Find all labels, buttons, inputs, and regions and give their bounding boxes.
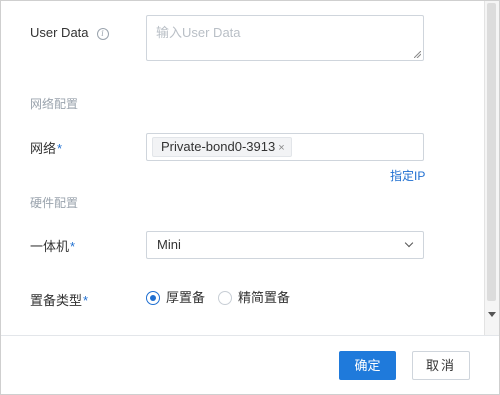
appliance-select[interactable]: Mini	[146, 231, 424, 259]
required-mark: *	[83, 293, 89, 308]
resize-grip-icon[interactable]	[414, 51, 421, 58]
radio-checked-icon	[146, 291, 160, 305]
chevron-down-icon	[404, 238, 414, 248]
network-section-title: 网络配置	[30, 97, 79, 111]
network-label: 网络	[30, 141, 57, 156]
network-tag: Private-bond0-3913 ×	[152, 137, 292, 157]
provision-type-label-row: 置备类型*	[30, 290, 88, 309]
appliance-label: 一体机	[30, 239, 70, 254]
appliance-label-row: 一体机*	[30, 236, 75, 255]
provision-type-label: 置备类型	[30, 293, 83, 308]
form-scroll-area: User Datai 网络配置 网络* Private-bond0-3913× …	[1, 1, 485, 335]
required-mark: *	[70, 239, 76, 254]
user-data-input[interactable]	[146, 15, 424, 61]
radio-unchecked-icon	[218, 291, 232, 305]
scrollbar-thumb[interactable]	[487, 3, 496, 301]
vertical-scrollbar[interactable]	[484, 1, 499, 335]
assign-ip-link[interactable]: 指定IP	[390, 167, 425, 184]
user-data-label: User Data	[30, 25, 89, 40]
required-mark: *	[57, 141, 63, 156]
scroll-down-arrow-icon[interactable]	[488, 312, 496, 317]
radio-label: 厚置备	[166, 290, 206, 305]
tag-close-icon[interactable]: ×	[278, 142, 284, 154]
cancel-button[interactable]: 取消	[412, 351, 470, 380]
appliance-selected-value: Mini	[157, 237, 181, 252]
dialog: User Datai 网络配置 网络* Private-bond0-3913× …	[0, 0, 500, 395]
hardware-section-title: 硬件配置	[30, 196, 79, 210]
dialog-footer: 确定 取消	[1, 335, 499, 394]
confirm-button[interactable]: 确定	[339, 351, 396, 380]
network-select[interactable]: Private-bond0-3913 ×	[146, 133, 424, 161]
user-data-label-row: User Data i	[30, 25, 109, 40]
radio-label: 精简置备	[238, 290, 291, 305]
network-tag-label: Private-bond0-3913	[161, 139, 276, 154]
network-label-row: 网络*	[30, 138, 62, 157]
info-icon[interactable]: i	[96, 28, 109, 40]
